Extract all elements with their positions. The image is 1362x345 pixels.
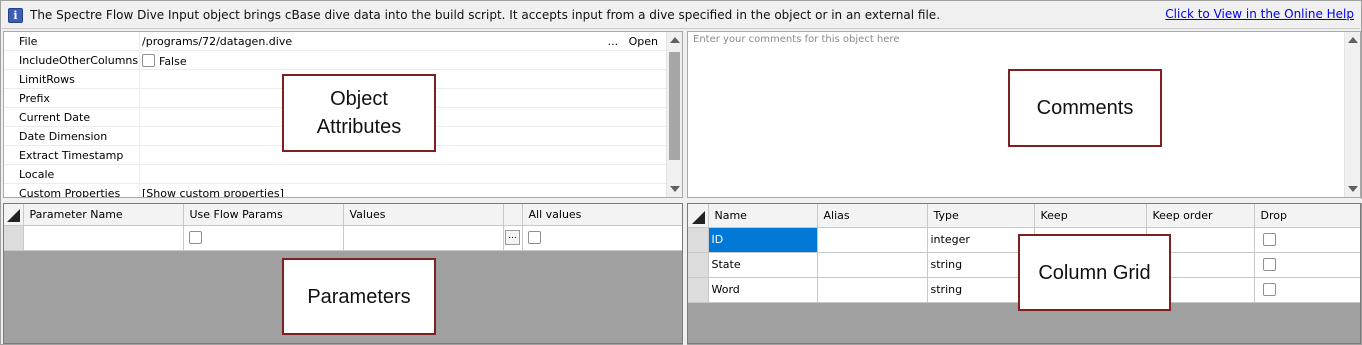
row-header[interactable] (4, 225, 24, 251)
select-all-corner[interactable] (4, 204, 24, 226)
file-actions: ... Open (608, 35, 658, 48)
parameter-name-cell[interactable] (23, 225, 184, 251)
column-name-cell[interactable]: State (708, 252, 818, 278)
select-all-icon (6, 208, 20, 222)
select-all-corner[interactable] (688, 204, 709, 228)
drop-cell[interactable] (1254, 277, 1360, 303)
ellipsis-cell: ... (503, 225, 523, 251)
property-name: Custom Properties (19, 187, 121, 198)
property-name: LimitRows (19, 73, 75, 86)
table-row: ... (4, 225, 682, 251)
annotation-comments: Comments (1008, 69, 1162, 147)
attributes-scrollbar[interactable] (666, 32, 682, 197)
property-row-include-other-columns[interactable]: IncludeOtherColumns False (4, 51, 666, 70)
column-header-type[interactable]: Type (927, 204, 1035, 228)
file-path-field[interactable]: /programs/72/datagen.dive ... Open (139, 32, 666, 51)
info-bar: i The Spectre Flow Dive Input object bri… (2, 2, 1360, 29)
include-other-columns-checkbox[interactable] (142, 54, 155, 67)
property-value[interactable] (139, 165, 666, 184)
column-header-keep-order[interactable]: Keep order (1146, 204, 1255, 228)
property-value[interactable]: False (139, 51, 666, 70)
all-values-cell[interactable] (522, 225, 682, 251)
property-row-locale[interactable]: Locale (4, 165, 666, 184)
column-alias-cell[interactable] (817, 252, 928, 278)
property-name: Locale (19, 168, 55, 181)
browse-ellipsis-button[interactable]: ... (608, 35, 619, 48)
use-flow-params-cell[interactable] (183, 225, 344, 251)
drop-checkbox[interactable] (1262, 257, 1276, 271)
property-row-custom-properties[interactable]: Custom Properties [Show custom propertie… (4, 184, 666, 198)
annotation-label: Comments (1036, 97, 1134, 119)
column-header-all-values[interactable]: All values (522, 204, 682, 226)
file-path-value: /programs/72/datagen.dive (142, 35, 293, 48)
scroll-down-arrow-icon[interactable] (670, 186, 680, 192)
drop-checkbox[interactable] (1262, 282, 1276, 296)
comments-scrollbar[interactable] (1344, 32, 1360, 197)
all-values-checkbox[interactable] (527, 230, 541, 244)
column-header-values[interactable]: Values (343, 204, 504, 226)
spectre-flow-dive-input-panel: i The Spectre Flow Dive Input object bri… (0, 0, 1362, 345)
property-name: IncludeOtherColumns (19, 54, 139, 67)
info-message: The Spectre Flow Dive Input object bring… (30, 8, 941, 22)
annotation-label: Object Attributes (316, 88, 402, 138)
column-header-use-flow-params[interactable]: Use Flow Params (183, 204, 344, 226)
select-all-icon (691, 210, 705, 224)
column-alias-cell[interactable] (817, 227, 928, 253)
column-header-drop[interactable]: Drop (1254, 204, 1360, 228)
column-header-ellipsis (503, 204, 523, 226)
use-flow-params-checkbox[interactable] (188, 230, 202, 244)
property-name: Date Dimension (19, 130, 108, 143)
column-header-name[interactable]: Name (708, 204, 818, 228)
column-grid-header-row: Name Alias Type Keep Keep order Drop (688, 204, 1360, 228)
property-name: Prefix (19, 92, 50, 105)
values-ellipsis-button[interactable]: ... (505, 230, 520, 245)
checkbox-label: False (159, 55, 187, 68)
values-cell[interactable] (343, 225, 504, 251)
drop-cell[interactable] (1254, 252, 1360, 278)
property-name: Extract Timestamp (19, 149, 124, 162)
parameters-header-row: Parameter Name Use Flow Params Values Al… (4, 204, 682, 226)
column-name-cell[interactable]: Word (708, 277, 818, 303)
open-button[interactable]: Open (629, 35, 658, 48)
annotation-object-attributes: Object Attributes (282, 74, 436, 152)
show-custom-properties-link[interactable]: [Show custom properties] (139, 184, 666, 197)
row-header[interactable] (688, 252, 709, 278)
property-row-file[interactable]: File /programs/72/datagen.dive ... Open (4, 32, 666, 51)
column-header-keep[interactable]: Keep (1034, 204, 1147, 228)
property-name: File (19, 35, 38, 48)
column-header-parameter-name[interactable]: Parameter Name (23, 204, 184, 226)
info-icon: i (8, 7, 23, 23)
online-help-link[interactable]: Click to View in the Online Help (1165, 7, 1354, 21)
scroll-up-arrow-icon[interactable] (1348, 37, 1358, 43)
column-header-alias[interactable]: Alias (817, 204, 928, 228)
drop-checkbox[interactable] (1262, 232, 1276, 246)
property-name: Current Date (19, 111, 91, 124)
annotation-parameters: Parameters (282, 258, 436, 335)
scrollbar-thumb[interactable] (669, 52, 680, 160)
column-name-cell[interactable]: ID (708, 227, 818, 253)
annotation-label: Column Grid (1038, 261, 1151, 284)
row-header[interactable] (688, 277, 709, 303)
drop-cell[interactable] (1254, 227, 1360, 253)
scroll-up-arrow-icon[interactable] (670, 37, 680, 43)
row-header[interactable] (688, 227, 709, 253)
column-alias-cell[interactable] (817, 277, 928, 303)
scroll-down-arrow-icon[interactable] (1348, 186, 1358, 192)
annotation-label: Parameters (307, 285, 411, 308)
annotation-column-grid: Column Grid (1018, 234, 1171, 311)
